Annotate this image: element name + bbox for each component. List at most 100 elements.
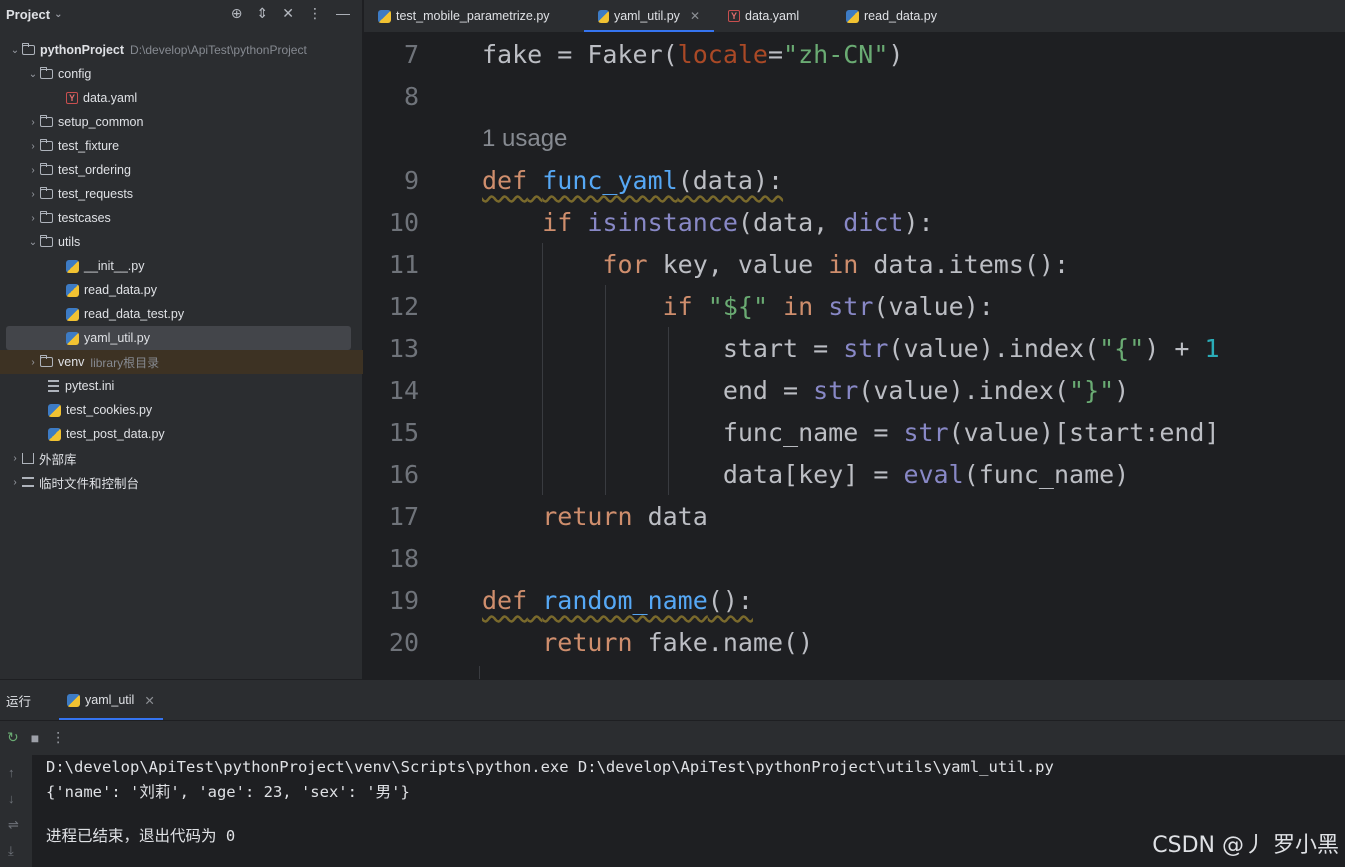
chevron-down-icon[interactable]: ⌄ <box>26 237 40 248</box>
tree-item-test-post-data-py[interactable]: test_post_data.py <box>0 422 363 446</box>
tree-item-data-yaml[interactable]: Y data.yaml <box>0 86 363 110</box>
arrow-down-icon[interactable]: ↓ <box>8 791 15 806</box>
tree-item-external-libraries[interactable]: › 外部库 <box>0 446 363 470</box>
python-file-icon <box>48 427 61 441</box>
line-number: 12 <box>388 292 419 321</box>
run-tabs: 运行 yaml_util ✕ <box>0 680 1345 720</box>
chevron-right-icon[interactable]: › <box>8 477 22 488</box>
chevron-down-icon[interactable]: ⌄ <box>54 9 62 20</box>
tree-item-label: 临时文件和控制台 <box>39 476 140 491</box>
line-number: 15 <box>388 418 419 447</box>
minimize-icon[interactable]: — <box>336 5 350 22</box>
chevron-right-icon[interactable]: › <box>26 357 40 368</box>
close-icon[interactable]: ✕ <box>144 693 154 708</box>
console-output[interactable]: D:\develop\ApiTest\pythonProject\venv\Sc… <box>32 755 1345 867</box>
folder-icon <box>40 115 53 127</box>
python-file-icon <box>67 693 81 707</box>
code-line-15: func_name = str(value)[start:end] <box>722 418 1220 447</box>
code-line-14: end = str(value).index("}") <box>722 376 1130 405</box>
line-number: 10 <box>388 208 419 237</box>
line-number: 16 <box>388 460 419 489</box>
tree-item-label: 外部库 <box>39 452 77 467</box>
tree-item-label: test_ordering <box>58 163 131 177</box>
project-toolbar: ⊕ ⇕ ✕ ⋮ — <box>231 5 350 22</box>
tree-item-yaml-util-py[interactable]: yaml_util.py <box>6 326 351 350</box>
chevron-down-icon[interactable]: ⌄ <box>8 45 22 56</box>
tree-item-config[interactable]: ⌄ config <box>0 62 363 86</box>
tree-item-label: config <box>58 67 92 81</box>
tree-item-pytest-ini[interactable]: pytest.ini <box>0 374 363 398</box>
tree-item-pythonproject[interactable]: ⌄ pythonProject D:\develop\ApiTest\pytho… <box>0 38 363 62</box>
tree-item-label: pytest.ini <box>65 379 115 393</box>
python-file-icon <box>66 283 79 297</box>
tree-item-label: yaml_util.py <box>84 331 150 345</box>
code-line-13: start = str(value).index("{") + 1 <box>722 334 1220 363</box>
tree-item-read-data-test-py[interactable]: read_data_test.py <box>0 302 363 326</box>
tab-test-mobile-parametrize[interactable]: test_mobile_parametrize.py <box>364 0 584 32</box>
tree-item-label: testcases <box>58 211 111 225</box>
more-options-icon[interactable]: ⋮ <box>51 729 65 746</box>
chevron-right-icon[interactable]: › <box>26 213 40 224</box>
tree-item-test-requests[interactable]: › test_requests <box>0 182 363 206</box>
project-panel: Project ⌄ ⊕ ⇕ ✕ ⋮ — ⌄ pythonProject D:\d… <box>0 0 363 679</box>
tree-item-testcases[interactable]: › testcases <box>0 206 363 230</box>
folder-icon <box>40 139 53 151</box>
folder-icon <box>22 43 35 55</box>
tree-item-setup-common[interactable]: › setup_common <box>0 110 363 134</box>
chevron-down-icon[interactable]: ⌄ <box>26 69 40 80</box>
chevron-right-icon[interactable]: › <box>26 141 40 152</box>
arrow-up-icon[interactable]: ↑ <box>8 765 15 780</box>
tab-label: yaml_util.py <box>613 9 680 23</box>
console-line: D:\develop\ApiTest\pythonProject\venv\Sc… <box>46 758 1054 776</box>
rerun-icon[interactable]: ↻ <box>7 729 19 746</box>
line-number: 20 <box>388 628 419 657</box>
tree-item-scratches[interactable]: › 临时文件和控制台 <box>0 470 363 494</box>
console-side-toolbar: ↑ ↓ ⇌ ⤓ <box>0 755 32 867</box>
tree-item-read-data-py[interactable]: read_data.py <box>0 278 363 302</box>
project-panel-title: Project <box>6 6 51 22</box>
line-number: 17 <box>388 502 419 531</box>
code-editor[interactable]: 7 8 9 10 11 12 13 14 15 16 17 18 19 20 f… <box>364 32 1345 679</box>
soft-wrap-icon[interactable]: ⇌ <box>8 817 19 833</box>
stop-icon[interactable]: ■ <box>31 730 39 746</box>
folder-icon <box>40 187 53 199</box>
tab-run-yaml-util[interactable]: yaml_util ✕ <box>57 680 165 720</box>
more-options-icon[interactable]: ⋮ <box>308 5 322 22</box>
chevron-right-icon[interactable]: › <box>26 117 40 128</box>
code-line-11: for key, value in data.items(): <box>602 250 1070 279</box>
tab-label: yaml_util <box>85 693 135 707</box>
tree-item-label: read_data.py <box>84 283 157 297</box>
chevron-right-icon[interactable]: › <box>8 453 22 464</box>
tab-data-yaml[interactable]: Y data.yaml <box>714 0 832 32</box>
ini-file-icon <box>48 380 59 392</box>
tree-item-test-fixture[interactable]: › test_fixture <box>0 134 363 158</box>
python-file-icon <box>66 259 79 273</box>
usage-hint[interactable]: 1 usage <box>482 125 567 153</box>
indent-guide <box>542 243 543 495</box>
chevron-right-icon[interactable]: › <box>26 165 40 176</box>
library-icon <box>22 452 34 464</box>
tree-item-venv[interactable]: › venv library根目录 <box>0 350 363 374</box>
tab-read-data[interactable]: read_data.py <box>832 0 951 32</box>
code-line-20: return fake.name() <box>542 628 814 657</box>
python-file-icon <box>66 331 79 345</box>
line-number: 18 <box>388 544 419 573</box>
collapse-all-icon[interactable]: ✕ <box>282 5 294 22</box>
console-line: 进程已结束，退出代码为 0 <box>46 827 236 845</box>
python-file-icon <box>846 9 859 23</box>
python-file-icon <box>598 9 609 23</box>
close-icon[interactable]: ✕ <box>690 9 700 23</box>
expand-all-icon[interactable]: ⇕ <box>257 5 269 22</box>
tab-yaml-util[interactable]: yaml_util.py ✕ <box>584 0 714 32</box>
line-number: 7 <box>403 40 419 69</box>
tree-item-test-ordering[interactable]: › test_ordering <box>0 158 363 182</box>
tab-label: test_mobile_parametrize.py <box>396 9 550 23</box>
tree-item-init-py[interactable]: __init__.py <box>0 254 363 278</box>
tree-item-test-cookies-py[interactable]: test_cookies.py <box>0 398 363 422</box>
scroll-to-end-icon[interactable]: ⤓ <box>8 843 14 859</box>
locate-icon[interactable]: ⊕ <box>231 5 243 22</box>
project-path: D:\develop\ApiTest\pythonProject <box>130 43 307 57</box>
line-number: 11 <box>388 250 419 279</box>
chevron-right-icon[interactable]: › <box>26 189 40 200</box>
tree-item-utils[interactable]: ⌄ utils <box>0 230 363 254</box>
